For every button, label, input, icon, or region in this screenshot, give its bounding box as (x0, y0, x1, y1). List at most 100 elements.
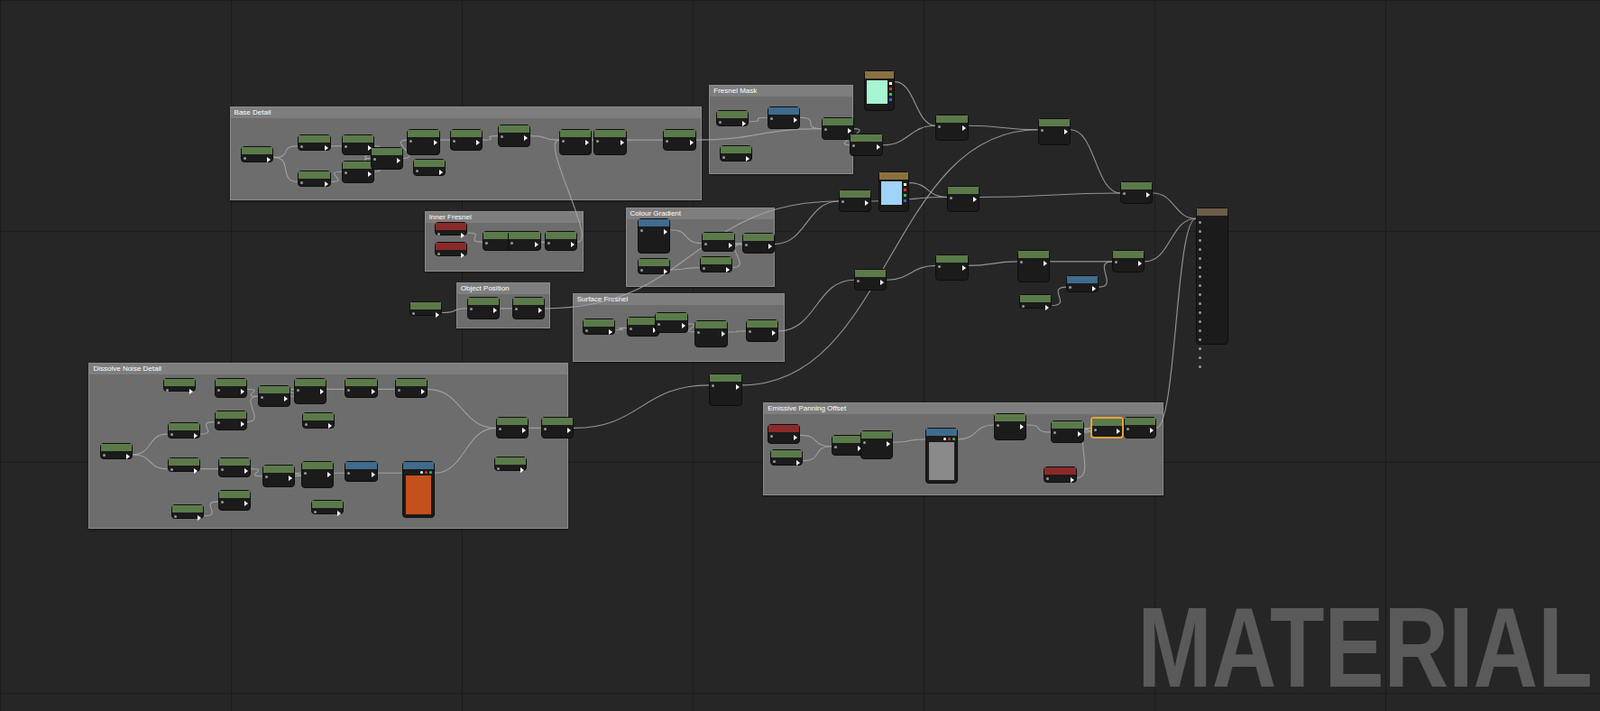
output-pin-icon[interactable] (847, 128, 852, 134)
input-pin-icon[interactable] (770, 117, 773, 120)
input-pin-icon[interactable] (824, 128, 828, 131)
material-node[interactable] (344, 460, 378, 482)
material-node[interactable] (662, 128, 696, 152)
input-pin-icon[interactable] (665, 139, 669, 143)
input-pin-icon[interactable] (313, 510, 317, 514)
output-pin-icon[interactable] (903, 199, 907, 203)
input-pin-icon[interactable] (856, 279, 860, 283)
material-node[interactable] (860, 430, 893, 460)
output-pin-icon[interactable] (1020, 423, 1024, 430)
texture-sample-node[interactable] (925, 427, 958, 484)
material-node[interactable] (699, 256, 733, 273)
output-pin-icon[interactable] (962, 265, 966, 271)
material-node[interactable] (434, 241, 468, 257)
material-node[interactable] (1066, 275, 1099, 292)
input-pin-icon[interactable] (770, 434, 773, 438)
material-node[interactable] (1090, 416, 1123, 440)
input-pin-icon[interactable] (452, 139, 456, 143)
input-pin-icon[interactable] (748, 330, 752, 333)
input-pin-icon[interactable] (772, 459, 776, 463)
input-pin-icon[interactable] (373, 157, 377, 161)
output-pin-icon[interactable] (460, 232, 465, 239)
material-node[interactable] (935, 114, 968, 141)
output-pin-icon[interactable] (567, 427, 571, 433)
input-pin-icon[interactable] (657, 322, 661, 326)
material-node[interactable] (497, 124, 531, 148)
material-node[interactable] (767, 106, 800, 129)
input-pin-icon[interactable] (260, 395, 264, 399)
output-pin-icon[interactable] (735, 384, 740, 390)
input-pin-icon[interactable] (1198, 220, 1202, 224)
input-pin-icon[interactable] (863, 441, 866, 444)
material-node[interactable] (496, 416, 529, 440)
input-pin-icon[interactable] (1020, 260, 1023, 264)
material-node[interactable] (849, 133, 883, 157)
material-node[interactable] (370, 147, 404, 170)
output-pin-icon[interactable] (742, 120, 746, 127)
output-pin-icon[interactable] (889, 98, 892, 102)
input-pin-icon[interactable] (265, 475, 268, 479)
input-pin-icon[interactable] (1198, 293, 1202, 296)
material-node[interactable] (167, 422, 201, 439)
input-pin-icon[interactable] (170, 432, 174, 436)
output-pin-icon[interactable] (1070, 477, 1075, 483)
input-pin-icon[interactable] (397, 388, 401, 392)
output-pin-icon[interactable] (689, 139, 694, 146)
input-pin-icon[interactable] (547, 241, 551, 245)
input-pin-icon[interactable] (220, 500, 224, 504)
output-pin-icon[interactable] (663, 229, 668, 235)
input-pin-icon[interactable] (1198, 266, 1202, 269)
output-pin-icon[interactable] (284, 395, 288, 402)
input-pin-icon[interactable] (937, 265, 941, 268)
output-pin-icon[interactable] (240, 421, 245, 427)
material-node[interactable] (1043, 466, 1076, 483)
input-pin-icon[interactable] (697, 331, 700, 334)
input-pin-icon[interactable] (496, 467, 500, 470)
input-pin-icon[interactable] (718, 120, 722, 124)
material-node[interactable] (1123, 416, 1157, 440)
input-pin-icon[interactable] (303, 471, 307, 475)
material-node[interactable] (311, 499, 344, 515)
output-pin-icon[interactable] (903, 188, 907, 192)
input-pin-icon[interactable] (500, 135, 504, 138)
output-pin-icon[interactable] (864, 200, 869, 206)
material-node[interactable] (947, 185, 980, 212)
input-pin-icon[interactable] (1198, 347, 1202, 350)
material-node[interactable] (1120, 181, 1153, 204)
input-pin-icon[interactable] (596, 139, 599, 143)
output-pin-icon[interactable] (371, 388, 376, 395)
input-pin-icon[interactable] (347, 388, 350, 392)
output-pin-icon[interactable] (903, 193, 907, 197)
material-node[interactable] (1112, 249, 1145, 273)
output-pin-icon[interactable] (1138, 260, 1142, 267)
input-pin-icon[interactable] (296, 388, 300, 392)
output-pin-icon[interactable] (973, 196, 977, 203)
input-pin-icon[interactable] (1198, 275, 1202, 278)
output-pin-icon[interactable] (1043, 260, 1048, 267)
input-pin-icon[interactable] (937, 125, 941, 129)
material-node[interactable] (301, 460, 334, 488)
output-pin-icon[interactable] (889, 92, 892, 96)
output-pin-icon[interactable] (962, 125, 966, 131)
material-node[interactable] (593, 128, 626, 156)
output-pin-icon[interactable] (435, 312, 440, 318)
material-node[interactable] (637, 257, 671, 275)
input-pin-icon[interactable] (243, 156, 247, 160)
output-pin-icon[interactable] (1116, 428, 1121, 434)
input-pin-icon[interactable] (841, 200, 845, 203)
input-pin-icon[interactable] (629, 327, 633, 331)
material-node[interactable] (294, 377, 327, 405)
output-pin-icon[interactable] (726, 266, 730, 273)
input-pin-icon[interactable] (510, 241, 514, 245)
output-pin-icon[interactable] (728, 242, 733, 249)
material-node[interactable] (708, 373, 742, 406)
output-pin-icon[interactable] (337, 510, 341, 516)
input-pin-icon[interactable] (1021, 304, 1025, 308)
output-pin-icon[interactable] (324, 145, 329, 151)
input-pin-icon[interactable] (1122, 192, 1126, 195)
material-node[interactable] (507, 230, 541, 252)
output-pin-icon[interactable] (880, 279, 884, 286)
output-pin-icon[interactable] (570, 241, 575, 248)
input-pin-icon[interactable] (1198, 239, 1202, 242)
output-pin-icon[interactable] (793, 434, 798, 441)
